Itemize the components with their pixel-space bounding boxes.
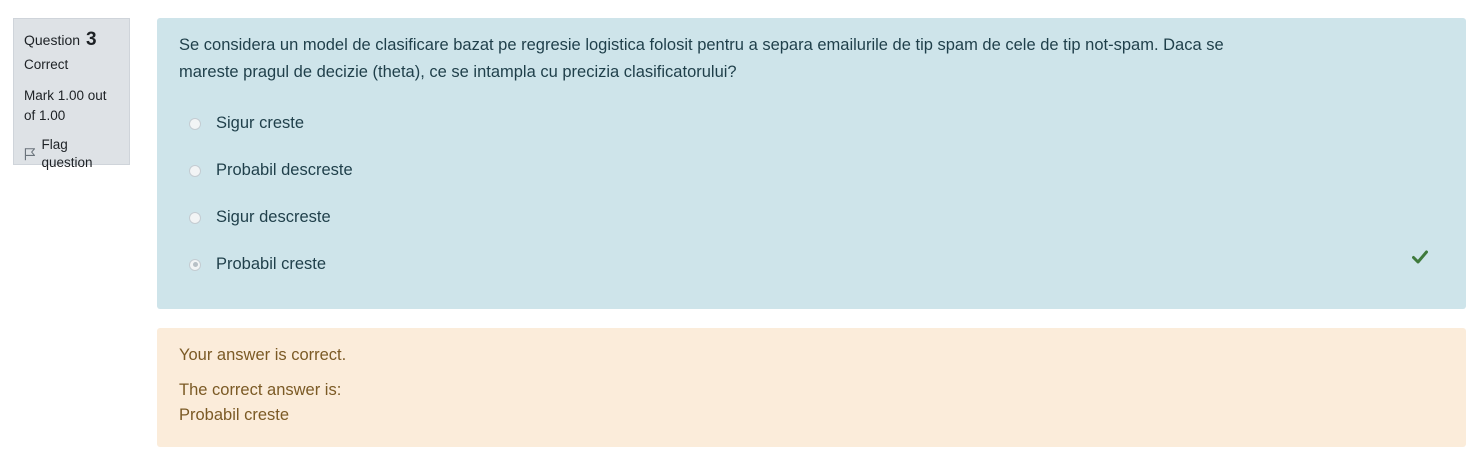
answer-radio[interactable] — [189, 164, 201, 177]
answer-radio-selected[interactable] — [189, 258, 201, 271]
answer-option: Sigur creste — [179, 100, 1444, 147]
flag-question-link[interactable]: Flag question — [24, 136, 119, 172]
answer-feedback: Your answer is correct. — [179, 346, 347, 364]
question-formulation: Se considera un model de clasificare baz… — [157, 18, 1466, 309]
question-number-value: 3 — [85, 29, 97, 50]
question-state: Correct — [24, 57, 69, 72]
answer-options: Sigur creste Probabil descreste Sigur de… — [179, 100, 1444, 288]
flag-question-label: Flag question — [41, 137, 93, 170]
check-icon — [1412, 250, 1428, 264]
question-grade: Mark 1.00 out of 1.00 — [24, 88, 107, 123]
question-info-panel: Question 3 Correct Mark 1.00 out of 1.00… — [13, 18, 130, 170]
question-text: Se considera un model de clasificare baz… — [179, 36, 1224, 81]
correct-answer-value: Probabil creste — [179, 406, 290, 424]
answer-radio[interactable] — [189, 117, 201, 130]
answer-label[interactable]: Sigur descreste — [216, 208, 331, 227]
flag-icon — [24, 148, 36, 161]
answer-outcome: Your answer is correct. The correct answ… — [157, 328, 1466, 447]
answer-label[interactable]: Probabil descreste — [216, 161, 353, 180]
answer-label[interactable]: Sigur creste — [216, 114, 304, 133]
answer-radio[interactable] — [189, 211, 201, 224]
question-label: Question — [24, 32, 81, 48]
answer-option: Probabil creste — [179, 241, 1444, 288]
question-number: Question 3 — [24, 29, 119, 51]
answer-label[interactable]: Probabil creste — [216, 255, 326, 274]
answer-option: Sigur descreste — [179, 194, 1444, 241]
correct-answer-heading: The correct answer is: — [179, 381, 342, 399]
correct-answer: The correct answer is: Probabil creste — [179, 378, 1444, 428]
answer-option: Probabil descreste — [179, 147, 1444, 194]
quiz-review-page: Question 3 Correct Mark 1.00 out of 1.00… — [0, 0, 1484, 474]
